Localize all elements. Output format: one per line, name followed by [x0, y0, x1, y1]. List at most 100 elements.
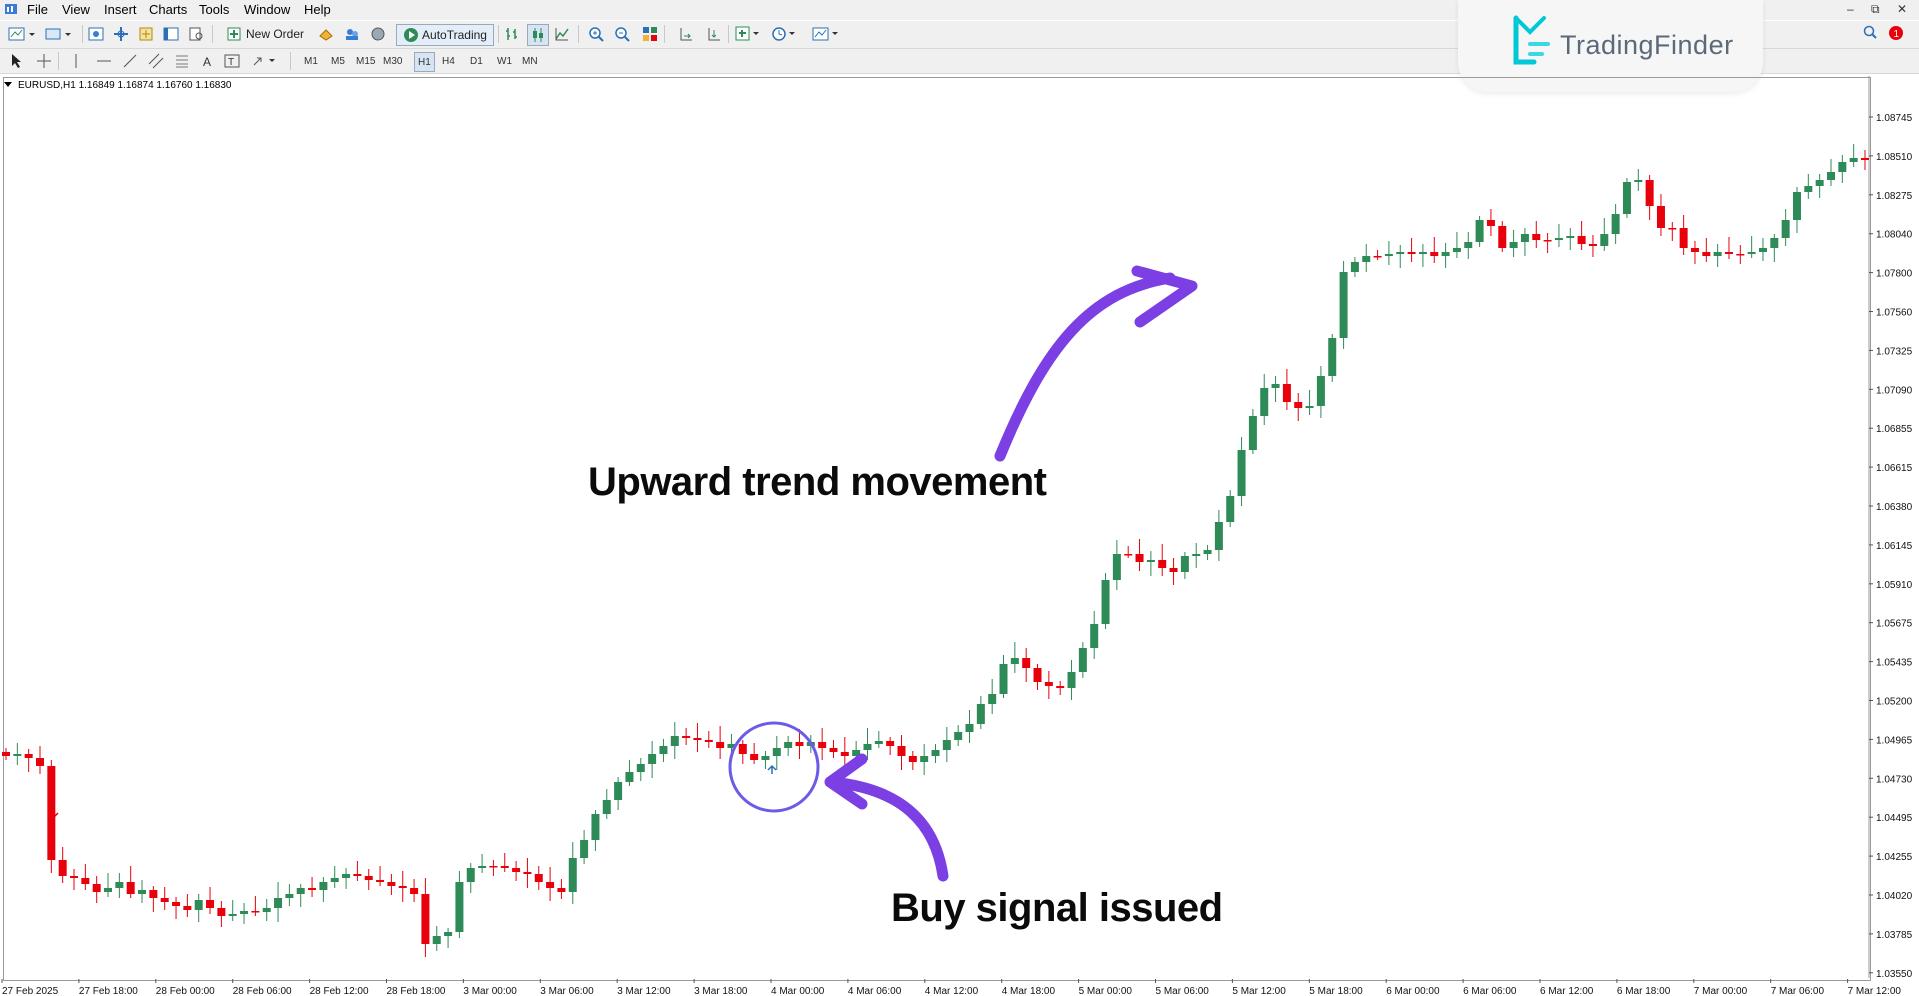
candle-body — [1056, 686, 1065, 688]
autoscroll-button[interactable] — [704, 24, 724, 44]
strategy-tester-button[interactable] — [186, 24, 206, 44]
candle-body — [262, 908, 271, 912]
candle-body — [285, 894, 294, 898]
price-tick-label: 1.07090 — [1876, 385, 1913, 396]
candle-body — [1622, 182, 1631, 214]
navigator-button[interactable] — [136, 24, 156, 44]
tile-windows-button[interactable] — [640, 24, 660, 44]
arrows-tool[interactable] — [250, 51, 280, 71]
minimize-icon[interactable]: – — [1847, 2, 1854, 16]
new-chart-button[interactable] — [6, 24, 40, 44]
timeframe-w1[interactable]: W1 — [497, 52, 512, 70]
restore-icon[interactable]: ⧉ — [1871, 2, 1880, 16]
candlestick-button[interactable] — [527, 24, 549, 46]
candle-body — [1452, 248, 1461, 252]
timeframe-d1[interactable]: D1 — [470, 52, 483, 70]
horizontal-line-icon — [97, 60, 111, 62]
cursor-tool[interactable] — [6, 51, 26, 71]
candle-body — [1554, 238, 1563, 240]
candle-body — [92, 884, 101, 892]
time-tick-label: 5 Mar 12:00 — [1232, 986, 1286, 996]
periods-button[interactable] — [770, 24, 800, 44]
crosshair-tool[interactable] — [34, 51, 54, 71]
market-button[interactable] — [368, 24, 388, 44]
timeframe-h4[interactable]: H4 — [442, 52, 455, 70]
close-icon[interactable]: ✕ — [1897, 2, 1907, 16]
timeframe-m1[interactable]: M1 — [304, 52, 318, 70]
candle-body — [1169, 568, 1178, 572]
candle-body — [1282, 384, 1291, 402]
candle-body — [1713, 252, 1722, 256]
new-order-button[interactable]: New Order — [216, 24, 314, 44]
chart-window[interactable]: EURUSD,H1 1.16849 1.16874 1.16760 1.1683… — [0, 76, 1919, 996]
line-chart-button[interactable] — [552, 24, 572, 44]
candle-body — [840, 752, 849, 756]
menu-charts[interactable]: Charts — [149, 2, 187, 17]
candle-body — [70, 876, 79, 878]
candle-body — [1781, 220, 1790, 238]
profiles-button[interactable] — [42, 24, 76, 44]
signals-button[interactable] — [342, 24, 362, 44]
candle-body — [364, 876, 373, 880]
templates-button[interactable] — [810, 24, 844, 44]
trendline-tool[interactable] — [120, 51, 140, 71]
menu-tools[interactable]: Tools — [199, 2, 229, 17]
chart-shift-button[interactable] — [676, 24, 696, 44]
candle-body — [36, 758, 45, 766]
menu-window[interactable]: Window — [244, 2, 290, 17]
menu-insert[interactable]: Insert — [104, 2, 137, 17]
terminal-button[interactable] — [161, 24, 181, 44]
candle-body — [1724, 252, 1733, 254]
line-chart-icon — [555, 28, 569, 41]
new-chart-icon — [8, 27, 35, 41]
market-watch-button[interactable] — [86, 24, 106, 44]
candle-body — [1135, 554, 1144, 562]
candlestick-chart[interactable]: 1.08745 1.08510 1.08275 1.08040 1.07800 1.075… — [0, 76, 1919, 996]
data-window-button[interactable] — [111, 24, 131, 44]
candle-body — [432, 936, 441, 944]
timeframe-m30[interactable]: M30 — [383, 52, 402, 70]
zoom-out-button[interactable] — [612, 24, 632, 44]
autotrading-button[interactable]: AutoTrading — [396, 24, 494, 46]
candle-body — [1339, 272, 1348, 338]
meta-editor-button[interactable] — [316, 24, 336, 44]
zoom-in-button[interactable] — [586, 24, 606, 44]
text-tool[interactable]: A — [198, 51, 218, 71]
price-tick-label: 1.04730 — [1876, 774, 1913, 785]
text-label-tool[interactable]: T — [222, 51, 242, 71]
price-tick-label: 1.04965 — [1876, 735, 1913, 746]
candle-body — [353, 874, 362, 876]
new-order-icon — [227, 27, 241, 41]
vertical-line-tool[interactable] — [66, 51, 86, 71]
menu-view[interactable]: View — [62, 2, 90, 17]
menu-help[interactable]: Help — [304, 2, 331, 17]
candle-body — [1294, 402, 1303, 408]
candle-body — [2, 752, 10, 756]
search-icon[interactable] — [1863, 25, 1877, 39]
time-tick-label: 27 Feb 18:00 — [79, 986, 138, 996]
bar-chart-button[interactable] — [502, 24, 522, 44]
candle-body — [1010, 658, 1019, 664]
candle-body — [784, 742, 793, 748]
logo-text: TradingFinder — [1560, 30, 1734, 60]
timeframe-h1[interactable]: H1 — [414, 52, 435, 72]
menu-file[interactable]: File — [27, 2, 48, 17]
indicators-icon — [735, 26, 759, 41]
notification-icon[interactable]: 1 — [1889, 26, 1903, 40]
horizontal-line-tool[interactable] — [94, 51, 114, 71]
fibonacci-tool[interactable] — [172, 51, 192, 71]
timeframe-m15[interactable]: M15 — [356, 52, 375, 70]
equidistant-channel-tool[interactable] — [146, 51, 166, 71]
timeframe-m5[interactable]: M5 — [331, 52, 345, 70]
price-tick-label: 1.03785 — [1876, 930, 1913, 941]
price-tick-label: 1.05435 — [1876, 658, 1913, 669]
candle-body — [444, 932, 453, 936]
candle-body — [81, 878, 90, 884]
indicators-button[interactable] — [734, 24, 764, 44]
timeframe-mn[interactable]: MN — [522, 52, 538, 70]
candle-body — [1792, 192, 1801, 220]
time-tick-label: 6 Mar 18:00 — [1617, 986, 1671, 996]
candle-body — [1362, 256, 1371, 262]
candle-body — [466, 868, 475, 882]
candle-body — [489, 866, 498, 868]
